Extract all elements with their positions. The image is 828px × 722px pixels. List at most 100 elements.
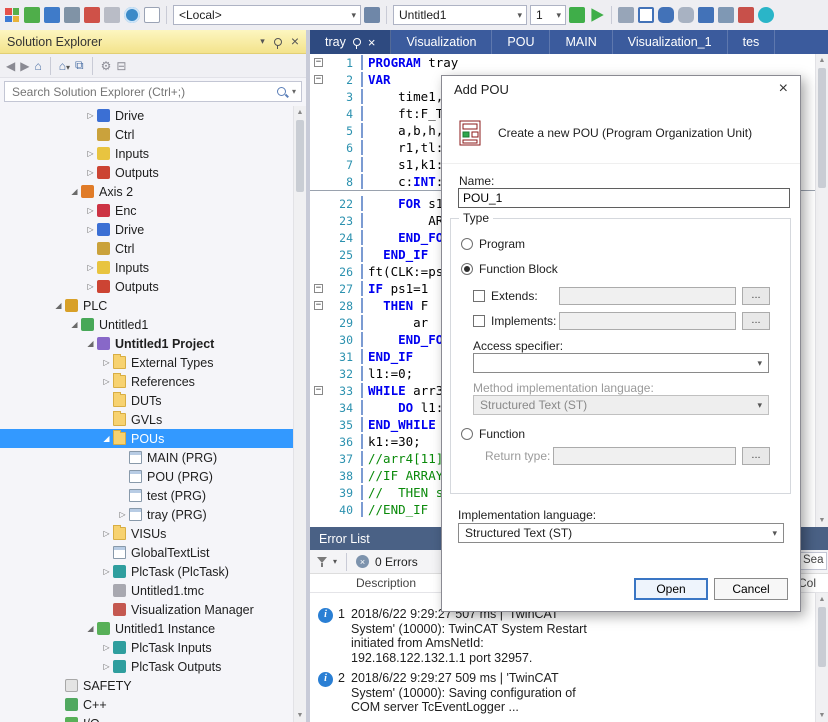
function-option[interactable]: Function (461, 427, 525, 441)
name-input[interactable] (458, 188, 790, 208)
expander-icon[interactable]: ▷ (116, 510, 129, 519)
tree-item-globaltextlist[interactable]: GlobalTextList (0, 543, 293, 562)
tree-item-c[interactable]: C++ (0, 695, 293, 714)
tree-item-safety[interactable]: SAFETY (0, 676, 293, 695)
tree-item-visus[interactable]: ▷VISUs (0, 524, 293, 543)
function-block-radio[interactable] (461, 263, 473, 275)
implements-input[interactable] (559, 312, 736, 330)
tab-tes[interactable]: tes (728, 30, 776, 54)
unlink-icon[interactable] (678, 7, 694, 23)
expander-icon[interactable]: ▷ (100, 643, 113, 652)
restart-plc-icon[interactable] (64, 7, 80, 23)
implements-checkbox[interactable] (473, 315, 485, 327)
scroll-down-icon[interactable]: ▼ (294, 709, 306, 722)
fold-collapse-icon[interactable]: − (314, 301, 323, 310)
expander-icon[interactable]: ▷ (84, 149, 97, 158)
tree-item-plc[interactable]: ◢PLC (0, 296, 293, 315)
tree-item-drive[interactable]: ▷Drive (0, 220, 293, 239)
tree-item-inputs[interactable]: ▷Inputs (0, 258, 293, 277)
expander-icon[interactable]: ▷ (84, 111, 97, 120)
extends-input[interactable] (559, 287, 736, 305)
expander-icon[interactable]: ▷ (100, 377, 113, 386)
expander-icon[interactable]: ▷ (100, 662, 113, 671)
access-specifier-select[interactable] (473, 353, 769, 373)
solution-search-input[interactable] (10, 84, 277, 100)
implementation-language-select[interactable]: Structured Text (ST) (458, 523, 784, 543)
instance-select[interactable]: 1 (530, 5, 566, 25)
tree-item-untitled1-instance[interactable]: ◢Untitled1 Instance (0, 619, 293, 638)
expander-icon[interactable]: ▷ (84, 168, 97, 177)
tree-item-drive[interactable]: ▷Drive (0, 106, 293, 125)
scroll-down-icon[interactable]: ▼ (816, 514, 828, 527)
search-options-arrow-icon[interactable]: ▾ (292, 87, 296, 96)
scroll-down-icon[interactable]: ▼ (816, 709, 828, 722)
fold-collapse-icon[interactable]: − (314, 386, 323, 395)
tree-item-i-o[interactable]: I/O (0, 714, 293, 722)
expander-icon[interactable]: ▷ (84, 263, 97, 272)
hot-swap-icon[interactable] (718, 7, 734, 23)
scroll-up-icon[interactable]: ▲ (294, 106, 306, 119)
forward-icon[interactable]: ▶ (20, 59, 29, 73)
tree-item-ctrl[interactable]: Ctrl (0, 125, 293, 144)
reload-devices-icon[interactable] (104, 7, 120, 23)
refresh-icon[interactable] (758, 7, 774, 23)
tab-main[interactable]: MAIN (550, 30, 612, 54)
tree-item-untitled1-project[interactable]: ◢Untitled1 Project (0, 334, 293, 353)
close-icon[interactable]: × (368, 36, 376, 49)
tree-item-gvls[interactable]: GVLs (0, 410, 293, 429)
tree-item-external-types[interactable]: ▷External Types (0, 353, 293, 372)
project-select[interactable]: Untitled1 (393, 5, 527, 25)
properties-wrench-icon[interactable]: ⚙ (101, 59, 112, 73)
tree-item-plctask-inputs[interactable]: ▷PlcTask Inputs (0, 638, 293, 657)
activate-configuration-icon[interactable] (24, 7, 40, 23)
tab-pou[interactable]: POU (492, 30, 550, 54)
fold-collapse-icon[interactable]: − (314, 75, 323, 84)
dialog-titlebar[interactable]: Add POU × (442, 76, 800, 102)
tree-item-outputs[interactable]: ▷Outputs (0, 163, 293, 182)
open-button[interactable]: Open (634, 578, 708, 600)
tree-item-pous[interactable]: ◢POUs (0, 429, 293, 448)
editor-scrollbar[interactable]: ▲ ▼ (815, 54, 828, 527)
compare-icon[interactable] (698, 7, 714, 23)
tab-visualization[interactable]: Visualization (391, 30, 492, 54)
expander-icon[interactable]: ◢ (84, 339, 97, 348)
scope-to-this-icon[interactable]: ⌂▾ (59, 59, 70, 73)
tree-item-outputs[interactable]: ▷Outputs (0, 277, 293, 296)
filter-dropdown-icon[interactable]: ▾ (333, 557, 337, 566)
filter-icon[interactable] (317, 557, 327, 567)
tree-item-axis-2[interactable]: ◢Axis 2 (0, 182, 293, 201)
tree-item-untitled1[interactable]: ◢Untitled1 (0, 315, 293, 334)
login-icon[interactable] (569, 7, 585, 23)
tree-item-test-prg[interactable]: test (PRG) (0, 486, 293, 505)
cancel-button[interactable]: Cancel (714, 578, 788, 600)
frame-icon[interactable] (638, 7, 654, 23)
expander-icon[interactable]: ◢ (68, 320, 81, 329)
dialog-close-icon[interactable]: × (779, 81, 788, 97)
tree-item-references[interactable]: ▷References (0, 372, 293, 391)
tree-item-visualization-manager[interactable]: Visualization Manager (0, 600, 293, 619)
error-row[interactable]: i12018/6/22 9:29:27 507 ms | 'TwinCAT Sy… (310, 607, 815, 671)
sync-active-document-icon[interactable]: ⧉ (75, 58, 84, 73)
target-system-select[interactable]: <Local> (173, 5, 361, 25)
scrollbar-thumb[interactable] (818, 607, 826, 667)
twincat-logo-icon[interactable] (4, 7, 20, 23)
expander-icon[interactable]: ▷ (84, 282, 97, 291)
scope-icon[interactable] (124, 7, 140, 23)
error-count-button[interactable]: 0 Errors (375, 555, 418, 569)
expander-icon[interactable]: ▷ (84, 225, 97, 234)
function-block-option[interactable]: Function Block (461, 262, 558, 276)
fold-collapse-icon[interactable]: − (314, 58, 323, 67)
fold-collapse-icon[interactable]: − (314, 284, 323, 293)
extends-browse-button[interactable]: ... (742, 287, 770, 305)
tree-item-duts[interactable]: DUTs (0, 391, 293, 410)
error-row[interactable]: i22018/6/22 9:29:27 509 ms | 'TwinCAT Sy… (310, 671, 815, 721)
back-icon[interactable]: ◀ (6, 59, 15, 73)
expander-icon[interactable]: ▷ (84, 206, 97, 215)
target-browser-icon[interactable] (364, 7, 380, 23)
function-radio[interactable] (461, 428, 473, 440)
pin-icon[interactable] (274, 38, 282, 46)
close-icon[interactable] (291, 34, 299, 49)
program-radio[interactable] (461, 238, 473, 250)
scrollbar-thumb[interactable] (296, 120, 304, 192)
settings-icon[interactable] (144, 7, 160, 23)
